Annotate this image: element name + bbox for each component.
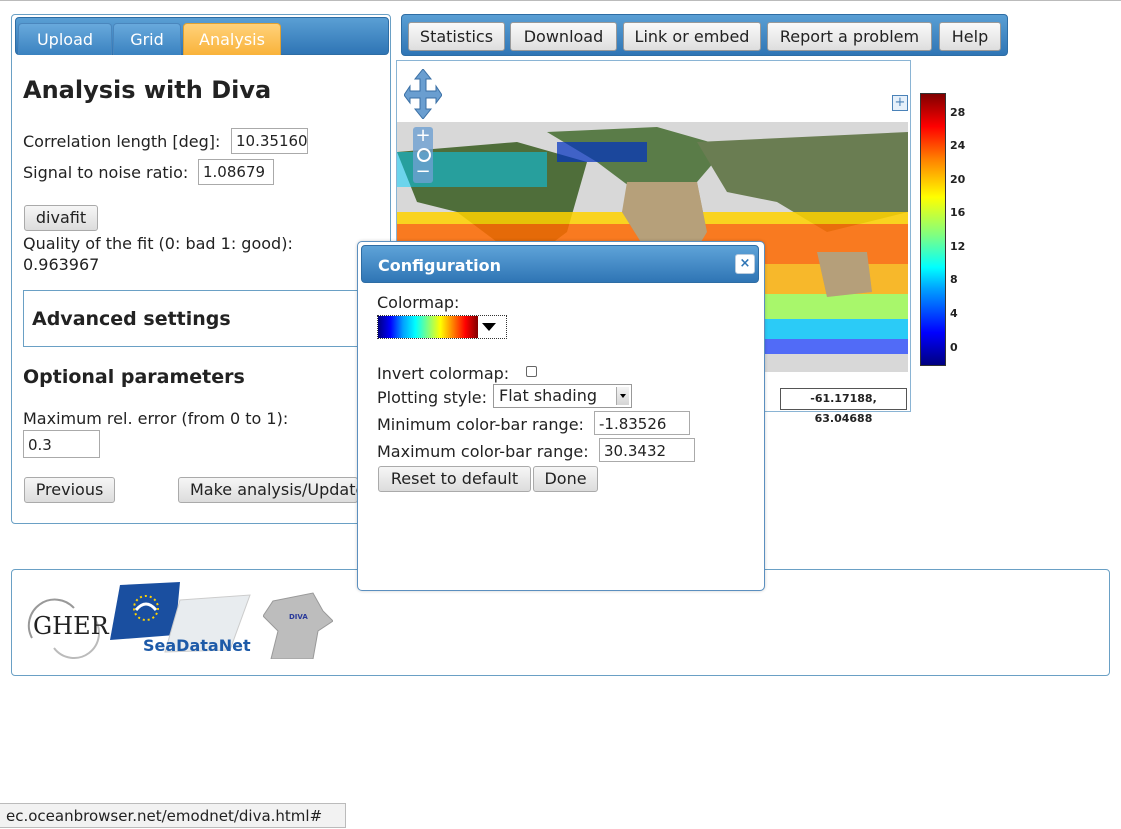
colorbar-tick: 16 [950,206,966,219]
layer-switcher-icon[interactable]: + [892,95,908,111]
gher-logo-text: GHER [33,612,109,640]
status-bar-url: ec.oceanbrowser.net/emodnet/diva.html# [0,803,346,828]
quality-label: Quality of the fit (0: bad 1: good): [23,234,293,253]
help-button[interactable]: Help [939,22,1001,51]
colorbar-tick: 28 [950,106,966,119]
quality-value: 0.963967 [23,255,100,274]
diva-logo: DIVA [262,591,334,660]
page-title: Analysis with Diva [23,76,272,104]
chevron-down-icon [620,394,626,398]
divafit-button[interactable]: divafit [24,205,98,231]
colorbar-tick: 8 [950,273,958,286]
zoom-control: + − [413,127,433,183]
top-border [0,0,1121,5]
make-analysis-button[interactable]: Make analysis/Update [178,477,358,503]
max-range-label: Maximum color-bar range: [377,442,589,461]
colorbar-tick: 24 [950,139,966,152]
min-range-label: Minimum color-bar range: [377,415,584,434]
download-button[interactable]: Download [510,22,617,51]
mouse-coordinates: -61.17188, 63.04688 [780,388,907,425]
advanced-settings-heading[interactable]: Advanced settings [32,308,231,330]
reset-default-button[interactable]: Reset to default [378,466,531,492]
gher-logo: GHER [24,598,109,668]
diva-logo-text: DIVA [289,613,308,621]
advanced-settings-box[interactable]: Advanced settings [23,290,381,347]
colorbar-tick: 12 [950,240,966,253]
signal-noise-label: Signal to noise ratio: [23,163,189,182]
done-button[interactable]: Done [533,466,598,492]
signal-noise-input[interactable]: 1.08679 [198,159,274,185]
link-embed-button[interactable]: Link or embed [623,22,761,51]
max-range-input[interactable]: 30.3432 [599,438,695,462]
chevron-down-icon [482,323,496,331]
dialog-title: Configuration [378,256,502,275]
colorbar [920,93,946,366]
colormap-select[interactable] [377,315,507,339]
correlation-length-label: Correlation length [deg]: [23,132,221,151]
plotting-style-label: Plotting style: [377,388,488,407]
close-icon[interactable]: × [735,254,755,274]
report-problem-button[interactable]: Report a problem [767,22,932,51]
plotting-style-value: Flat shading [499,386,597,405]
zoom-world-icon[interactable] [417,148,431,162]
seadatanet-logo: SeaDataNet [110,580,255,658]
top-toolbar: Statistics Download Link or embed Report… [401,14,1008,56]
invert-colormap-checkbox[interactable] [526,366,537,377]
colorbar-tick: 20 [950,173,966,186]
seadatanet-logo-text: SeaDataNet [143,636,251,655]
zoom-out-icon[interactable]: − [413,163,433,181]
tab-upload[interactable]: Upload [18,23,112,55]
min-range-input[interactable]: -1.83526 [594,411,690,435]
colormap-swatch [378,316,478,338]
zoom-in-icon[interactable]: + [413,127,433,145]
colorbar-tick: 4 [950,307,958,320]
plotting-style-select[interactable]: Flat shading [493,384,632,408]
max-error-input[interactable]: 0.3 [23,430,100,458]
tab-analysis[interactable]: Analysis [183,23,281,55]
invert-colormap-label: Invert colormap: [377,364,510,383]
pan-arrows-icon[interactable] [403,68,443,123]
previous-button[interactable]: Previous [24,477,115,503]
correlation-length-input[interactable]: 10.35160 [231,128,308,154]
tab-bar: Upload Grid Analysis [15,17,389,55]
optional-parameters-heading: Optional parameters [23,366,245,388]
select-arrow [616,387,629,405]
max-error-label: Maximum rel. error (from 0 to 1): [23,409,289,428]
colormap-label: Colormap: [377,293,460,312]
tab-grid[interactable]: Grid [113,23,181,55]
statistics-button[interactable]: Statistics [408,22,505,51]
colorbar-tick: 0 [950,341,958,354]
